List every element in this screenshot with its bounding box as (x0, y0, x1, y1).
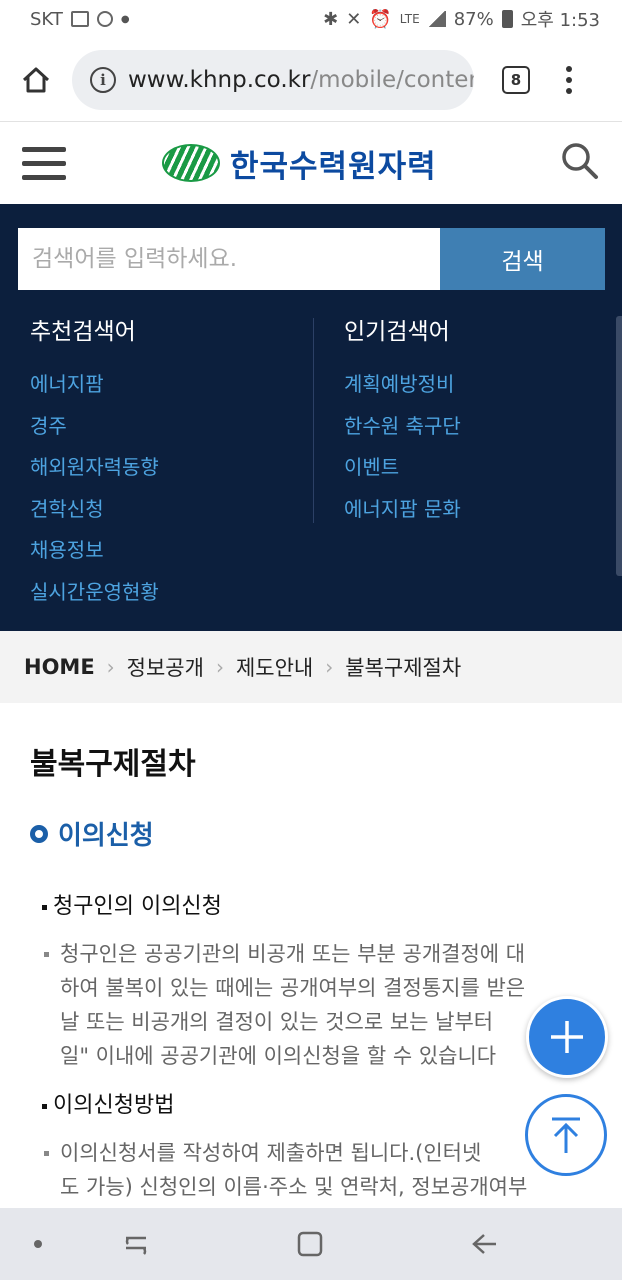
home-nav-icon[interactable] (296, 1230, 324, 1258)
carrier-label: SKT (30, 8, 63, 30)
paragraph: 이의신청서를 작성하여 제출하면 됩니다.(인터넷 도 가능) 신청인의 이름·… (44, 1136, 592, 1204)
bluetooth-icon: ✱ (323, 8, 339, 30)
alarm-icon: ⏰ (369, 8, 392, 30)
recommended-link[interactable]: 해외원자력동향 (30, 451, 159, 493)
recommended-link[interactable]: 에너지팜 (30, 368, 159, 410)
breadcrumb: HOME › 정보공개 › 제도안내 › 불복구제절차 (0, 631, 622, 703)
scroll-to-top-button[interactable] (525, 1094, 607, 1176)
notification-icon (96, 11, 113, 27)
clock: 오후 1:53 (520, 10, 600, 31)
breadcrumb-home[interactable]: HOME (24, 655, 95, 679)
popular-link[interactable]: 계획예방정비 (344, 368, 461, 410)
address-bar[interactable]: i www.khnp.co.kr/mobile/conter (72, 49, 474, 110)
recommended-title: 추천검색어 (30, 319, 136, 345)
mute-icon: ✕ (346, 8, 362, 30)
paragraph-line: 청구인은 공공기관의 비공개 또는 부분 공개결정에 대 (60, 942, 526, 966)
signal-icon (427, 11, 446, 27)
url-path: /mobile/conter (310, 66, 474, 93)
arrow-up-icon (552, 1117, 580, 1153)
nav-dot-icon (34, 1240, 42, 1248)
chevron-right-icon: › (325, 655, 334, 679)
recommended-link[interactable]: 경주 (30, 410, 159, 452)
search-row: 검색 (18, 228, 605, 290)
breadcrumb-item[interactable]: 불복구제절차 (345, 652, 461, 682)
dot-icon: ● (120, 13, 130, 25)
recommended-link[interactable]: 견학신청 (30, 493, 159, 535)
network-label: LTE (399, 12, 420, 26)
logo-mark (162, 144, 220, 182)
back-icon[interactable] (470, 1230, 498, 1258)
info-icon[interactable]: i (90, 66, 116, 93)
battery-percent: 87% (453, 8, 494, 30)
paragraph-line: 도 가능) 신청인의 이름·주소 및 연락처, 정보공개여부 (60, 1175, 528, 1199)
menu-dot (566, 87, 572, 94)
plus-icon (551, 1021, 583, 1053)
page-title: 불복구제절차 (30, 747, 196, 782)
ring-bullet-icon (30, 824, 48, 843)
breadcrumb-item[interactable]: 제도안내 (236, 652, 313, 682)
recommended-link[interactable]: 채용정보 (30, 534, 159, 576)
recent-apps-icon[interactable] (122, 1230, 150, 1258)
scrollbar[interactable] (616, 316, 622, 576)
popular-link[interactable]: 한수원 축구단 (344, 410, 461, 452)
subheading: 이의신청방법 (42, 1087, 174, 1119)
search-input[interactable] (18, 228, 440, 290)
column-divider (313, 318, 314, 523)
paragraph-line: 일" 이내에 공공기관에 이의신청을 할 수 있습니다 (60, 1044, 497, 1068)
popular-title: 인기검색어 (344, 319, 450, 345)
browser-home-button[interactable] (0, 38, 72, 122)
paragraph-line: 날 또는 비공개의 결정이 있는 것으로 보는 날부터 (60, 1010, 494, 1034)
browser-menu-button[interactable] (566, 65, 572, 94)
popular-link[interactable]: 에너지팜 문화 (344, 493, 461, 535)
site-logo[interactable]: 한국수력원자력 (162, 141, 437, 186)
gallery-icon (70, 11, 89, 27)
url-text: www.khnp.co.kr/mobile/conter (128, 67, 474, 93)
menu-dot (566, 65, 572, 72)
paragraph-line: 이의신청서를 작성하여 제출하면 됩니다.(인터넷 (60, 1141, 482, 1165)
section-title: 이의신청 (30, 815, 154, 852)
popular-link[interactable]: 이벤트 (344, 451, 461, 493)
search-icon[interactable] (560, 141, 600, 185)
subheading: 청구인의 이의신청 (42, 888, 222, 920)
breadcrumb-item[interactable]: 정보공개 (127, 652, 204, 682)
tab-switcher-button[interactable]: 8 (502, 65, 530, 94)
section-title-text: 이의신청 (58, 821, 154, 851)
tab-count: 8 (510, 70, 522, 89)
logo-text: 한국수력원자력 (230, 148, 437, 185)
menu-dot (566, 76, 572, 83)
paragraph-line: 하여 불복이 있는 때에는 공개여부의 결정통지를 받은 (60, 976, 526, 1000)
browser-toolbar: i www.khnp.co.kr/mobile/conter 8 (0, 38, 622, 122)
popular-keywords: 인기검색어 계획예방정비 한수원 축구단 이벤트 에너지팜 문화 (344, 312, 461, 534)
chevron-right-icon: › (106, 655, 115, 679)
search-panel: 검색 추천검색어 에너지팜 경주 해외원자력동향 견학신청 채용정보 실시간운영… (0, 204, 622, 631)
recommended-link[interactable]: 실시간운영현황 (30, 576, 159, 618)
battery-icon (501, 10, 513, 28)
search-button[interactable]: 검색 (440, 228, 605, 290)
recommended-keywords: 추천검색어 에너지팜 경주 해외원자력동향 견학신청 채용정보 실시간운영현황 (30, 312, 159, 617)
site-header: 한국수력원자력 (0, 122, 622, 204)
status-bar: SKT ● ✱ ✕ ⏰ LTE 87% 오후 1:53 (0, 0, 622, 38)
add-fab-button[interactable] (526, 996, 608, 1078)
chevron-right-icon: › (215, 655, 224, 679)
url-domain: www.khnp.co.kr (128, 66, 311, 93)
hamburger-menu-icon[interactable] (22, 146, 66, 180)
paragraph: 청구인은 공공기관의 비공개 또는 부분 공개결정에 대 하여 불복이 있는 때… (44, 937, 592, 1073)
system-nav-bar (0, 1208, 622, 1280)
home-icon (22, 67, 50, 92)
